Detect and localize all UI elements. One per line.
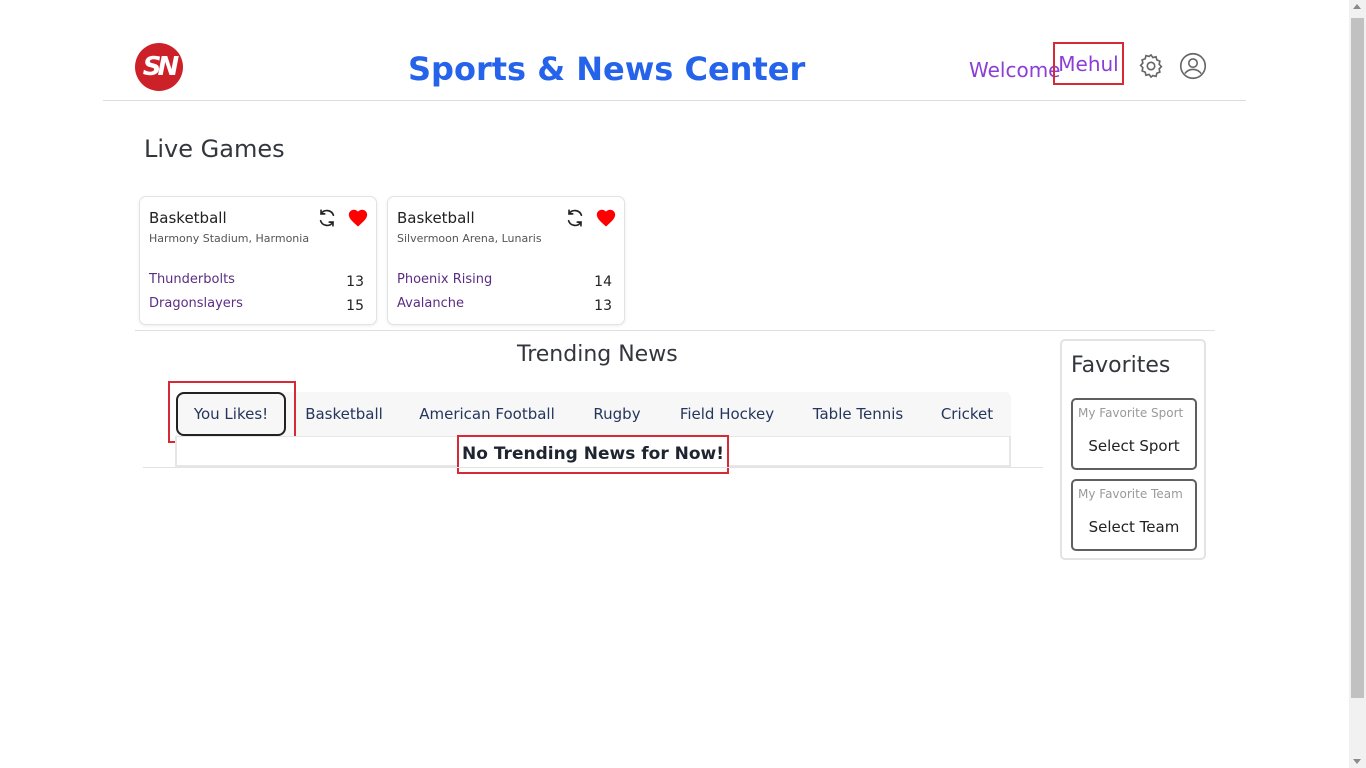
tab-basketball[interactable]: Basketball bbox=[296, 392, 392, 436]
scroll-thumb[interactable] bbox=[1351, 18, 1364, 698]
team-name: Thunderbolts bbox=[149, 272, 235, 287]
site-logo[interactable]: SN bbox=[135, 43, 183, 91]
active-tab-highlight bbox=[168, 381, 296, 443]
tab-cricket[interactable]: Cricket bbox=[928, 392, 1006, 436]
team-name: Dragonslayers bbox=[149, 296, 243, 311]
no-news-message: No Trending News for Now! bbox=[457, 435, 729, 474]
tab-american-football[interactable]: American Football bbox=[406, 392, 568, 436]
team-score: 15 bbox=[346, 298, 364, 314]
logo-text: SN bbox=[142, 52, 180, 82]
scroll-up-arrow-icon[interactable] bbox=[1353, 4, 1361, 9]
tab-rugby[interactable]: Rugby bbox=[580, 392, 654, 436]
user-circle-icon[interactable] bbox=[1179, 52, 1207, 80]
favorites-panel: Favorites My Favorite Sport Select Sport… bbox=[1060, 339, 1206, 560]
tab-field-hockey[interactable]: Field Hockey bbox=[666, 392, 788, 436]
gear-icon[interactable] bbox=[1137, 52, 1165, 80]
heart-icon[interactable] bbox=[595, 207, 617, 229]
scroll-down-arrow-icon[interactable] bbox=[1353, 759, 1361, 764]
team-score: 13 bbox=[346, 274, 364, 290]
game-venue: Silvermoon Arena, Lunaris bbox=[397, 232, 542, 245]
favorite-team-caption: My Favorite Team bbox=[1078, 487, 1183, 501]
game-card: Basketball Silvermoon Arena, Lunaris Pho… bbox=[387, 196, 625, 325]
favorite-sport-select[interactable]: My Favorite Sport Select Sport bbox=[1071, 398, 1197, 470]
site-title: Sports & News Center bbox=[408, 50, 806, 88]
game-venue: Harmony Stadium, Harmonia bbox=[149, 232, 310, 245]
page-scrollbar[interactable] bbox=[1349, 0, 1366, 768]
team-name: Phoenix Rising bbox=[397, 272, 493, 287]
live-games-heading: Live Games bbox=[144, 135, 285, 163]
favorite-team-value: Select Team bbox=[1088, 518, 1180, 536]
refresh-icon[interactable] bbox=[316, 207, 338, 229]
site-header: SN Sports & News Center Welcome Mehul bbox=[103, 36, 1246, 101]
team-score: 14 bbox=[594, 274, 612, 290]
trending-news-heading: Trending News bbox=[517, 342, 678, 367]
welcome-label: Welcome bbox=[969, 58, 1061, 82]
favorite-team-select[interactable]: My Favorite Team Select Team bbox=[1071, 479, 1197, 551]
game-card: Basketball Harmony Stadium, Harmonia Thu… bbox=[139, 196, 377, 325]
refresh-icon[interactable] bbox=[564, 207, 586, 229]
favorite-sport-caption: My Favorite Sport bbox=[1078, 406, 1184, 420]
username-link[interactable]: Mehul bbox=[1053, 42, 1124, 85]
favorite-sport-value: Select Sport bbox=[1088, 437, 1180, 455]
team-score: 13 bbox=[594, 298, 612, 314]
game-sport: Basketball bbox=[397, 209, 475, 227]
tab-table-tennis[interactable]: Table Tennis bbox=[800, 392, 916, 436]
team-name: Avalanche bbox=[397, 296, 464, 311]
favorites-heading: Favorites bbox=[1071, 353, 1171, 378]
section-divider bbox=[135, 330, 1215, 331]
heart-icon[interactable] bbox=[347, 207, 369, 229]
news-divider bbox=[143, 467, 1043, 468]
game-sport: Basketball bbox=[149, 209, 227, 227]
